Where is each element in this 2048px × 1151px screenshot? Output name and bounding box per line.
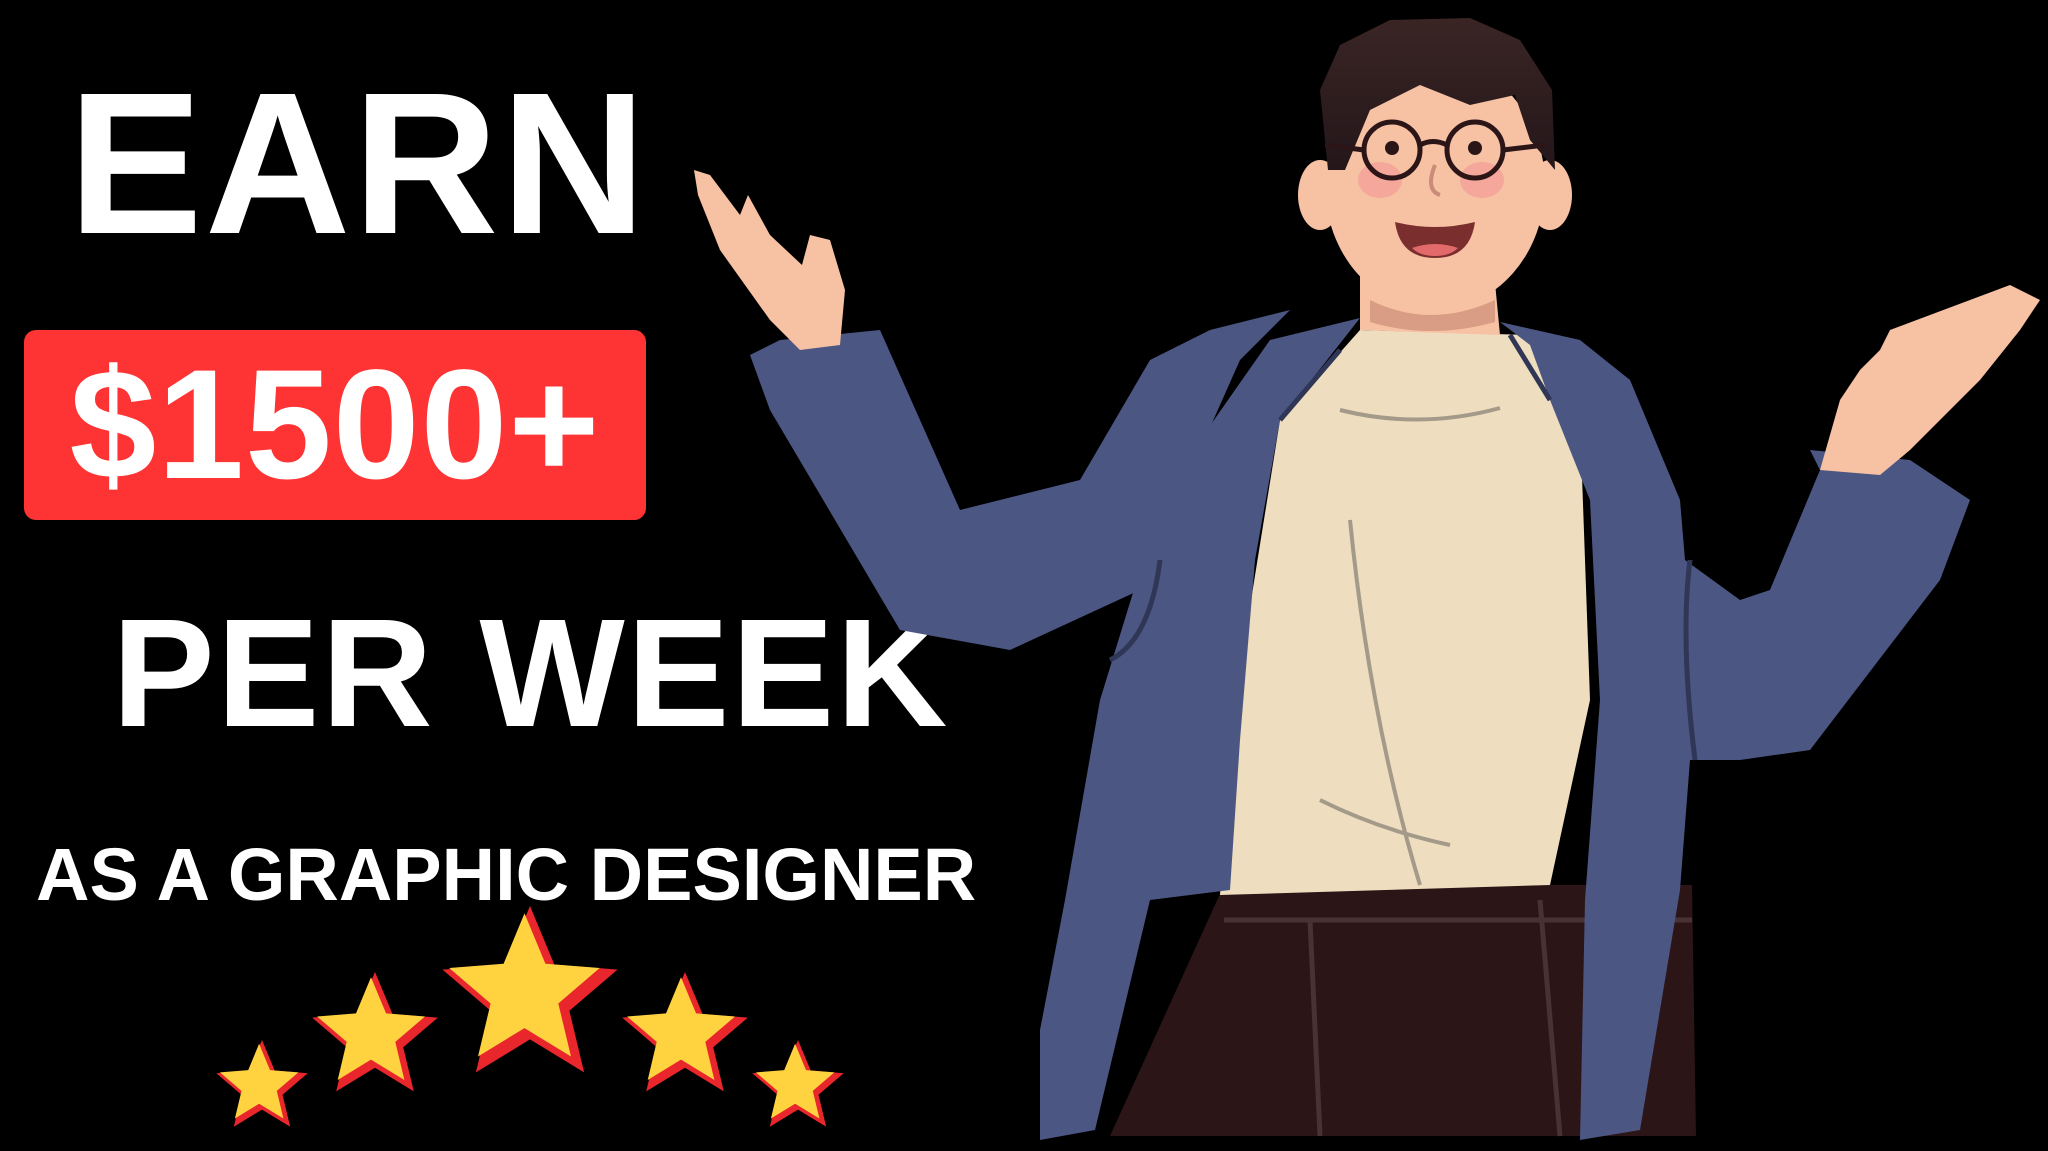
presenter-illustration [694,18,2040,1140]
amount-text: $1500+ [69,338,601,512]
right-hand [1820,285,2040,475]
left-hand [694,170,845,350]
headline-earn: EARN [68,50,649,276]
star-icon [442,906,618,1073]
amount-badge: $1500+ [24,330,646,520]
star-icon [216,1040,308,1127]
star-icon [312,972,438,1092]
